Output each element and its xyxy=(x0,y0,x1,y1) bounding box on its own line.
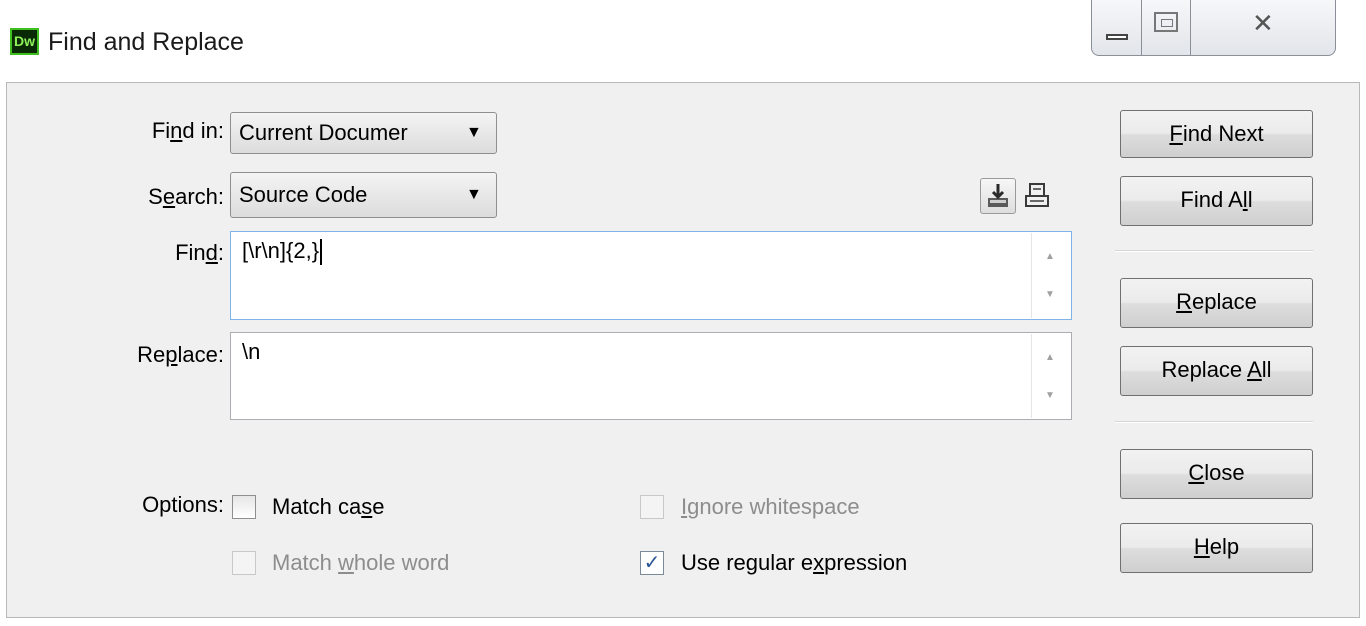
options-label: Options: xyxy=(142,492,224,517)
chevron-down-icon: ▼ xyxy=(466,186,482,203)
use-regex-label[interactable]: Use regular expression xyxy=(681,548,907,578)
replace-textarea[interactable]: \n xyxy=(230,332,1072,420)
search-select[interactable]: Source Code xyxy=(230,172,497,218)
scroll-up-icon[interactable]: ▲ xyxy=(1045,252,1055,262)
search-value: Source Code xyxy=(239,182,368,207)
replace-scrollbar[interactable] xyxy=(1031,334,1070,418)
close-button[interactable]: Close xyxy=(1120,449,1313,499)
match-case-checkbox[interactable] xyxy=(232,495,256,519)
replace-button[interactable]: Replace xyxy=(1120,278,1313,328)
find-all-button[interactable]: Find All xyxy=(1120,176,1313,226)
find-in-value: Current Documer xyxy=(239,120,408,145)
find-label: Find: xyxy=(175,240,224,265)
dreamweaver-logo-icon: Dw xyxy=(10,28,39,55)
find-next-button[interactable]: Find Next xyxy=(1120,110,1313,158)
match-whole-word-checkbox[interactable] xyxy=(232,551,256,575)
chevron-down-icon: ▼ xyxy=(466,124,482,141)
minimize-button[interactable] xyxy=(1091,0,1142,56)
find-text: [\r\n]{2,} xyxy=(242,238,320,263)
minimize-icon xyxy=(1106,34,1128,40)
help-button[interactable]: Help xyxy=(1120,523,1313,573)
maximize-icon-inner xyxy=(1161,19,1173,27)
find-scrollbar[interactable] xyxy=(1031,233,1070,318)
separator xyxy=(1115,250,1313,252)
ignore-whitespace-label[interactable]: Ignore whitespace xyxy=(681,492,860,522)
scroll-up-icon[interactable]: ▲ xyxy=(1045,353,1055,363)
load-query-button[interactable] xyxy=(1020,178,1056,214)
save-query-icon xyxy=(988,184,1008,207)
text-caret xyxy=(320,239,323,266)
load-query-icon xyxy=(1025,183,1049,207)
check-icon: ✓ xyxy=(643,552,661,574)
scroll-down-icon[interactable]: ▼ xyxy=(1045,290,1055,300)
search-label: Search: xyxy=(148,184,224,209)
separator xyxy=(1115,421,1313,423)
find-in-label: Find in: xyxy=(151,118,224,143)
replace-label: Replace: xyxy=(137,342,224,367)
find-textarea[interactable]: [\r\n]{2,} xyxy=(230,231,1072,320)
window-title: Find and Replace xyxy=(48,28,244,56)
match-case-label[interactable]: Match case xyxy=(272,492,385,522)
save-query-button[interactable] xyxy=(980,178,1016,214)
find-in-select[interactable]: Current Documer xyxy=(230,112,497,154)
replace-all-button[interactable]: Replace All xyxy=(1120,346,1313,396)
replace-text: \n xyxy=(242,339,261,364)
scroll-down-icon[interactable]: ▼ xyxy=(1045,391,1055,401)
match-whole-word-label[interactable]: Match whole word xyxy=(272,548,449,578)
use-regex-checkbox[interactable]: ✓ xyxy=(640,551,664,575)
ignore-whitespace-checkbox[interactable] xyxy=(640,495,664,519)
close-icon: ✕ xyxy=(1252,8,1274,38)
